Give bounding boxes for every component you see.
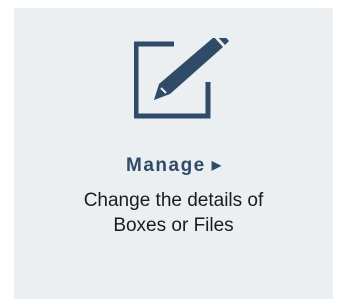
tile-description-line-2: Boxes or Files: [113, 215, 234, 236]
tile-description: Change the details of Boxes or Files: [14, 188, 333, 238]
edit-pencil-square-icon: [134, 38, 229, 119]
tile-title-text: Manage: [126, 155, 206, 176]
tile-description-line-1: Change the details of: [83, 190, 264, 211]
play-arrow-icon: ▶: [211, 158, 221, 172]
manage-tile[interactable]: Manage ▶ Change the details of Boxes or F…: [14, 8, 333, 299]
tile-title[interactable]: Manage ▶: [14, 155, 333, 177]
